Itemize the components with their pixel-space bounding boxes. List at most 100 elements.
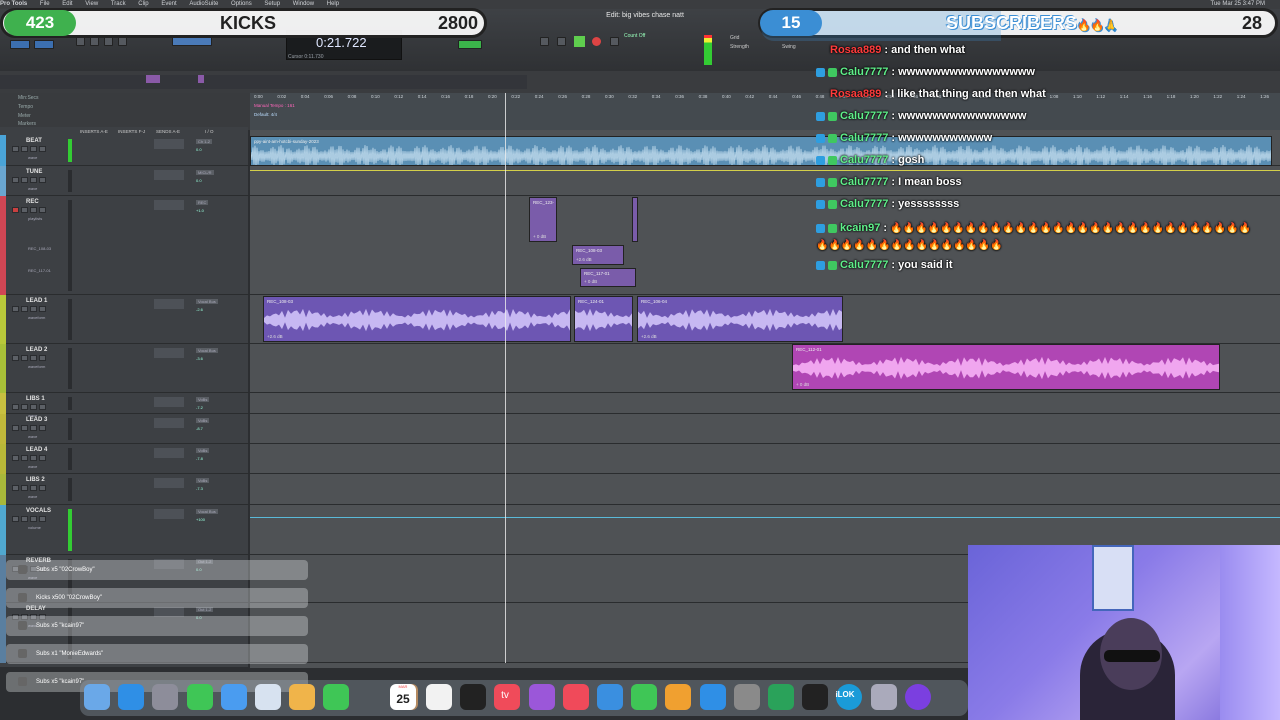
track-name[interactable]: TUNE: [26, 169, 42, 175]
count-off-label[interactable]: Count Off: [624, 33, 645, 39]
keynote-icon[interactable]: [597, 684, 623, 710]
stop-button[interactable]: [557, 37, 566, 46]
output-selector[interactable]: VoBs: [196, 478, 210, 483]
input-monitor-button[interactable]: [21, 146, 28, 152]
rec-clip-fragment[interactable]: [632, 197, 638, 242]
grid-value-button[interactable]: [458, 40, 482, 49]
volume-value[interactable]: -2.6: [196, 307, 203, 312]
protools-icon[interactable]: [904, 684, 931, 710]
track-color-strip[interactable]: [0, 393, 6, 414]
output-selector[interactable]: MICL/R: [196, 170, 214, 175]
output-selector[interactable]: Vocal Bus: [196, 299, 218, 304]
volume-value[interactable]: -7.3: [196, 486, 203, 491]
track-view-selector[interactable]: wave: [28, 494, 37, 499]
news-icon[interactable]: [562, 684, 589, 710]
send-slot[interactable]: [154, 448, 184, 458]
mute-button[interactable]: [39, 516, 46, 522]
mute-button[interactable]: [39, 306, 46, 312]
rec-clip[interactable]: REC_108-03 +2.6 dB: [572, 245, 624, 265]
track-color-strip[interactable]: [0, 505, 6, 555]
track-view-selector[interactable]: wave: [28, 186, 37, 191]
mute-button[interactable]: [39, 485, 46, 491]
input-monitor-button[interactable]: [21, 516, 28, 522]
disk-icon[interactable]: [870, 684, 897, 710]
zoom-tool-icon[interactable]: [76, 37, 85, 46]
input-monitor-button[interactable]: [21, 425, 28, 431]
track-color-strip[interactable]: [0, 166, 6, 196]
selector-tool-icon[interactable]: [104, 37, 113, 46]
record-arm-button[interactable]: [12, 355, 19, 361]
input-monitor-button[interactable]: [21, 207, 28, 213]
track-name[interactable]: LIBS 2: [26, 477, 45, 483]
lead1-clip[interactable]: REC_106-04 +2.6 dB: [637, 296, 843, 342]
volume-value[interactable]: +100: [196, 517, 205, 522]
trim-tool-icon[interactable]: [90, 37, 99, 46]
appletv-icon[interactable]: [460, 684, 487, 710]
mute-button[interactable]: [39, 355, 46, 361]
mute-button[interactable]: [39, 425, 46, 431]
record-arm-button[interactable]: [12, 306, 19, 312]
numbers-icon[interactable]: [631, 684, 658, 710]
output-selector[interactable]: Vocal Bus: [196, 509, 218, 514]
podcasts-icon[interactable]: [528, 684, 555, 710]
track-name[interactable]: LIBS 1: [26, 396, 45, 402]
send-slot[interactable]: [154, 200, 184, 210]
mute-button[interactable]: [39, 455, 46, 461]
shuffle-mode-button[interactable]: [10, 40, 30, 49]
record-arm-button[interactable]: [12, 516, 19, 522]
mail-icon[interactable]: [220, 684, 247, 710]
ilok-icon[interactable]: [802, 684, 829, 710]
track-view-selector[interactable]: volume: [28, 525, 41, 530]
track-name[interactable]: BEAT: [26, 138, 42, 144]
lead1-clip[interactable]: REC_108-03 +2.6 dB: [263, 296, 571, 342]
photos-icon[interactable]: [289, 684, 316, 710]
solo-button[interactable]: [30, 425, 37, 431]
rewind-button[interactable]: [540, 37, 549, 46]
input-monitor-button[interactable]: [21, 485, 28, 491]
send-slot[interactable]: [154, 170, 184, 180]
track-view-selector[interactable]: wave: [28, 464, 37, 469]
volume-value[interactable]: -7.8: [196, 456, 203, 461]
track-row[interactable]: LEAD 3 wave VoBs -8.7: [0, 414, 1280, 444]
solo-button[interactable]: [30, 516, 37, 522]
track-color-strip[interactable]: [0, 344, 6, 393]
track-name[interactable]: LEAD 4: [26, 447, 47, 453]
messages-icon[interactable]: [186, 684, 213, 710]
record-arm-button[interactable]: [12, 455, 19, 461]
track-row[interactable]: LIBS 2 wave VoBs -7.3: [0, 474, 1280, 505]
volume-value[interactable]: 0.0: [196, 147, 202, 152]
output-selector[interactable]: Vocal Bus: [196, 348, 218, 353]
track-name[interactable]: REC: [26, 199, 39, 205]
track-name[interactable]: VOCALS: [26, 508, 51, 514]
send-slot[interactable]: [154, 509, 184, 519]
play-button[interactable]: [574, 36, 585, 47]
finder-icon[interactable]: [84, 684, 110, 710]
track-view-selector[interactable]: waveform: [28, 364, 45, 369]
playhead-cursor[interactable]: [505, 93, 506, 663]
track-color-strip[interactable]: [0, 196, 6, 295]
track-name[interactable]: LEAD 2: [26, 347, 47, 353]
output-selector[interactable]: VoBs: [196, 418, 210, 423]
track-view-selector[interactable]: waveform: [28, 315, 45, 320]
smart-tool-button[interactable]: [172, 37, 212, 46]
playlist-lane-name[interactable]: REC_108-03: [28, 246, 51, 251]
solo-button[interactable]: [30, 306, 37, 312]
track-color-strip[interactable]: [0, 444, 6, 474]
record-button[interactable]: [592, 37, 601, 46]
pages-icon[interactable]: [665, 684, 692, 710]
playlist-lane-name[interactable]: REC_117-01: [28, 268, 51, 273]
record-arm-button[interactable]: [12, 177, 19, 183]
systemprefs-icon[interactable]: [733, 684, 760, 710]
solo-button[interactable]: [30, 455, 37, 461]
loop-button[interactable]: [610, 37, 619, 46]
solo-button[interactable]: [30, 146, 37, 152]
track-view-selector[interactable]: wave: [28, 434, 37, 439]
send-slot[interactable]: [154, 397, 184, 407]
send-slot[interactable]: [154, 418, 184, 428]
rec-clip[interactable]: REC_123- + 0 dB: [529, 197, 557, 242]
solo-button[interactable]: [30, 177, 37, 183]
input-monitor-button[interactable]: [21, 355, 28, 361]
reminders-icon[interactable]: [426, 684, 452, 710]
record-arm-button[interactable]: [12, 425, 19, 431]
record-arm-button[interactable]: [12, 404, 19, 410]
